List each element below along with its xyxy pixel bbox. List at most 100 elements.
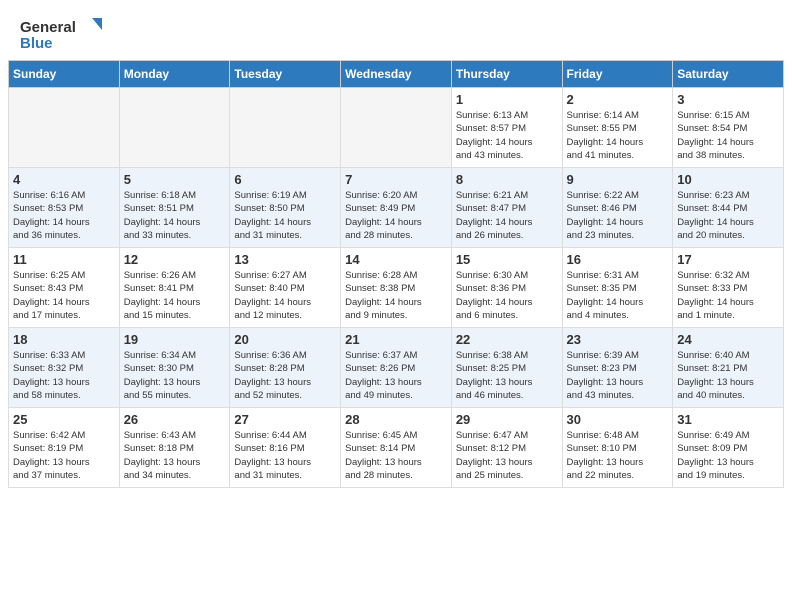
day-number: 24	[677, 332, 779, 347]
day-info: Sunrise: 6:40 AMSunset: 8:21 PMDaylight:…	[677, 349, 779, 402]
day-info: Sunrise: 6:19 AMSunset: 8:50 PMDaylight:…	[234, 189, 336, 242]
calendar-cell-day-31: 31 Sunrise: 6:49 AMSunset: 8:09 PMDayligh…	[673, 408, 784, 488]
day-number: 27	[234, 412, 336, 427]
day-number: 4	[13, 172, 115, 187]
weekday-header-wednesday: Wednesday	[341, 61, 452, 88]
day-info: Sunrise: 6:27 AMSunset: 8:40 PMDaylight:…	[234, 269, 336, 322]
day-number: 2	[567, 92, 669, 107]
day-info: Sunrise: 6:33 AMSunset: 8:32 PMDaylight:…	[13, 349, 115, 402]
calendar-cell-day-30: 30Sunrise: 6:48 AMSunset: 8:10 PMDayligh…	[562, 408, 673, 488]
day-info: Sunrise: 6:31 AMSunset: 8:35 PMDaylight:…	[567, 269, 669, 322]
calendar-cell-day-10: 10 Sunrise: 6:23 AMSunset: 8:44 PMDayligh…	[673, 168, 784, 248]
day-number: 15	[456, 252, 558, 267]
calendar-cell-day-17: 17 Sunrise: 6:32 AMSunset: 8:33 PMDayligh…	[673, 248, 784, 328]
calendar-row-4: 18 Sunrise: 6:33 AMSunset: 8:32 PMDayligh…	[9, 328, 784, 408]
calendar-cell-empty	[9, 88, 120, 168]
calendar-cell-day-7: 7 Sunrise: 6:20 AMSunset: 8:49 PMDaylight…	[341, 168, 452, 248]
day-number: 16	[567, 252, 669, 267]
day-number: 8	[456, 172, 558, 187]
day-info: Sunrise: 6:48 AMSunset: 8:10 PMDaylight:…	[567, 429, 669, 482]
day-info: Sunrise: 6:36 AMSunset: 8:28 PMDaylight:…	[234, 349, 336, 402]
calendar-cell-empty	[341, 88, 452, 168]
calendar-cell-day-5: 5 Sunrise: 6:18 AMSunset: 8:51 PMDaylight…	[119, 168, 230, 248]
day-info: Sunrise: 6:22 AMSunset: 8:46 PMDaylight:…	[567, 189, 669, 242]
day-number: 1	[456, 92, 558, 107]
day-number: 20	[234, 332, 336, 347]
calendar-row-2: 4 Sunrise: 6:16 AMSunset: 8:53 PMDaylight…	[9, 168, 784, 248]
calendar-cell-day-3: 3Sunrise: 6:15 AMSunset: 8:54 PMDaylight…	[673, 88, 784, 168]
calendar-cell-day-15: 15 Sunrise: 6:30 AMSunset: 8:36 PMDayligh…	[451, 248, 562, 328]
day-info: Sunrise: 6:23 AMSunset: 8:44 PMDaylight:…	[677, 189, 779, 242]
day-info: Sunrise: 6:44 AMSunset: 8:16 PMDaylight:…	[234, 429, 336, 482]
day-number: 13	[234, 252, 336, 267]
day-number: 9	[567, 172, 669, 187]
svg-text:Blue: Blue	[20, 35, 53, 52]
day-info: Sunrise: 6:45 AMSunset: 8:14 PMDaylight:…	[345, 429, 447, 482]
day-info: Sunrise: 6:25 AMSunset: 8:43 PMDaylight:…	[13, 269, 115, 322]
calendar-wrapper: SundayMondayTuesdayWednesdayThursdayFrid…	[0, 60, 792, 496]
calendar-cell-day-20: 20 Sunrise: 6:36 AMSunset: 8:28 PMDayligh…	[230, 328, 341, 408]
calendar-cell-day-16: 16 Sunrise: 6:31 AMSunset: 8:35 PMDayligh…	[562, 248, 673, 328]
calendar-cell-day-12: 12Sunrise: 6:26 AMSunset: 8:41 PMDayligh…	[119, 248, 230, 328]
day-info: Sunrise: 6:30 AMSunset: 8:36 PMDaylight:…	[456, 269, 558, 322]
weekday-header-saturday: Saturday	[673, 61, 784, 88]
day-number: 11	[13, 252, 115, 267]
weekday-header-monday: Monday	[119, 61, 230, 88]
day-number: 5	[124, 172, 226, 187]
day-info: Sunrise: 6:37 AMSunset: 8:26 PMDaylight:…	[345, 349, 447, 402]
day-info: Sunrise: 6:49 AMSunset: 8:09 PMDaylight:…	[677, 429, 779, 482]
day-info: Sunrise: 6:32 AMSunset: 8:33 PMDaylight:…	[677, 269, 779, 322]
calendar-cell-day-29: 29 Sunrise: 6:47 AMSunset: 8:12 PMDayligh…	[451, 408, 562, 488]
day-info: Sunrise: 6:39 AMSunset: 8:23 PMDaylight:…	[567, 349, 669, 402]
day-number: 26	[124, 412, 226, 427]
calendar-cell-day-25: 25 Sunrise: 6:42 AMSunset: 8:19 PMDayligh…	[9, 408, 120, 488]
calendar-row-5: 25 Sunrise: 6:42 AMSunset: 8:19 PMDayligh…	[9, 408, 784, 488]
day-info: Sunrise: 6:18 AMSunset: 8:51 PMDaylight:…	[124, 189, 226, 242]
calendar-cell-day-13: 13 Sunrise: 6:27 AMSunset: 8:40 PMDayligh…	[230, 248, 341, 328]
day-number: 22	[456, 332, 558, 347]
day-number: 29	[456, 412, 558, 427]
calendar-cell-day-18: 18 Sunrise: 6:33 AMSunset: 8:32 PMDayligh…	[9, 328, 120, 408]
svg-text:General: General	[20, 19, 76, 36]
day-info: Sunrise: 6:42 AMSunset: 8:19 PMDaylight:…	[13, 429, 115, 482]
weekday-header-tuesday: Tuesday	[230, 61, 341, 88]
day-info: Sunrise: 6:38 AMSunset: 8:25 PMDaylight:…	[456, 349, 558, 402]
weekday-header-sunday: Sunday	[9, 61, 120, 88]
calendar-table: SundayMondayTuesdayWednesdayThursdayFrid…	[8, 60, 784, 488]
day-number: 6	[234, 172, 336, 187]
calendar-cell-day-24: 24 Sunrise: 6:40 AMSunset: 8:21 PMDayligh…	[673, 328, 784, 408]
day-info: Sunrise: 6:43 AMSunset: 8:18 PMDaylight:…	[124, 429, 226, 482]
calendar-row-1: 1Sunrise: 6:13 AMSunset: 8:57 PMDaylight…	[9, 88, 784, 168]
day-info: Sunrise: 6:21 AMSunset: 8:47 PMDaylight:…	[456, 189, 558, 242]
day-number: 25	[13, 412, 115, 427]
calendar-cell-day-19: 19 Sunrise: 6:34 AMSunset: 8:30 PMDayligh…	[119, 328, 230, 408]
day-number: 19	[124, 332, 226, 347]
calendar-cell-day-4: 4 Sunrise: 6:16 AMSunset: 8:53 PMDaylight…	[9, 168, 120, 248]
day-info: Sunrise: 6:16 AMSunset: 8:53 PMDaylight:…	[13, 189, 115, 242]
calendar-cell-day-23: 23Sunrise: 6:39 AMSunset: 8:23 PMDayligh…	[562, 328, 673, 408]
calendar-cell-day-9: 9 Sunrise: 6:22 AMSunset: 8:46 PMDaylight…	[562, 168, 673, 248]
calendar-row-3: 11 Sunrise: 6:25 AMSunset: 8:43 PMDayligh…	[9, 248, 784, 328]
day-number: 21	[345, 332, 447, 347]
day-info: Sunrise: 6:26 AMSunset: 8:41 PMDaylight:…	[124, 269, 226, 322]
weekday-header-friday: Friday	[562, 61, 673, 88]
calendar-cell-day-1: 1Sunrise: 6:13 AMSunset: 8:57 PMDaylight…	[451, 88, 562, 168]
day-info: Sunrise: 6:47 AMSunset: 8:12 PMDaylight:…	[456, 429, 558, 482]
day-number: 14	[345, 252, 447, 267]
day-info: Sunrise: 6:34 AMSunset: 8:30 PMDaylight:…	[124, 349, 226, 402]
day-number: 10	[677, 172, 779, 187]
calendar-cell-empty	[230, 88, 341, 168]
day-number: 3	[677, 92, 779, 107]
day-number: 7	[345, 172, 447, 187]
calendar-cell-day-8: 8 Sunrise: 6:21 AMSunset: 8:47 PMDaylight…	[451, 168, 562, 248]
day-number: 17	[677, 252, 779, 267]
day-info: Sunrise: 6:14 AMSunset: 8:55 PMDaylight:…	[567, 109, 669, 162]
day-info: Sunrise: 6:20 AMSunset: 8:49 PMDaylight:…	[345, 189, 447, 242]
weekday-header-thursday: Thursday	[451, 61, 562, 88]
calendar-cell-day-26: 26 Sunrise: 6:43 AMSunset: 8:18 PMDayligh…	[119, 408, 230, 488]
day-number: 18	[13, 332, 115, 347]
day-number: 31	[677, 412, 779, 427]
page-header: GeneralBlue	[0, 0, 792, 60]
day-info: Sunrise: 6:28 AMSunset: 8:38 PMDaylight:…	[345, 269, 447, 322]
calendar-cell-day-28: 28Sunrise: 6:45 AMSunset: 8:14 PMDayligh…	[341, 408, 452, 488]
